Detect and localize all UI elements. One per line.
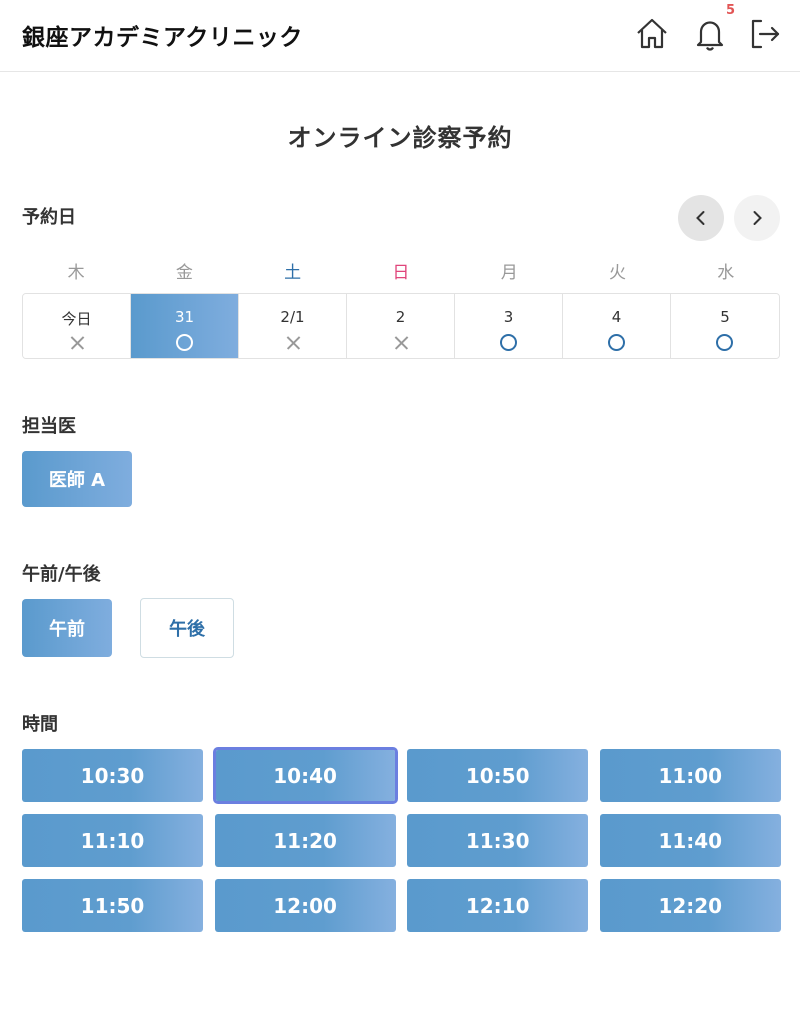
- weekday-label: 月: [500, 263, 518, 283]
- time-slot-button[interactable]: 11:10: [22, 814, 203, 867]
- available-icon: [716, 334, 733, 351]
- bell-icon: [696, 21, 724, 51]
- day-label: 4: [611, 308, 622, 326]
- day-label: 2: [395, 308, 406, 326]
- logout-icon: [751, 19, 780, 49]
- unavailable-icon: [392, 334, 410, 352]
- next-week-button[interactable]: [734, 195, 780, 241]
- time-slot-grid: 10:30 10:40 10:50 11:00 11:10 11:20 11:3…: [22, 747, 781, 932]
- day-label: 3: [503, 308, 514, 326]
- day-cell[interactable]: 2/1: [239, 294, 347, 358]
- day-cell[interactable]: 2: [347, 294, 455, 358]
- weekday-label: 火: [608, 263, 626, 283]
- time-slot-button[interactable]: 11:00: [599, 749, 781, 802]
- home-button[interactable]: [632, 14, 672, 54]
- time-slot-button[interactable]: 10:30: [22, 749, 203, 802]
- day-selector: 今日 31 2/1 2 3 4 5: [22, 293, 780, 359]
- logout-button[interactable]: [745, 14, 785, 54]
- time-slot-button[interactable]: 11:40: [599, 814, 781, 867]
- weekday-label-sunday: 日: [392, 263, 410, 283]
- chevron-left-icon: [696, 211, 705, 225]
- doctor-section-label: 担当医: [22, 416, 76, 437]
- time-slot-button-selected[interactable]: 10:40: [212, 747, 398, 804]
- weekday-header: 木 金 土 日 月 火 水: [22, 258, 780, 284]
- page-title: オンライン診察予約: [287, 124, 513, 152]
- time-slot-button[interactable]: 11:20: [214, 814, 396, 867]
- app-header: 銀座アカデミアクリニック 5: [0, 0, 800, 72]
- day-cell-selected[interactable]: 31: [131, 294, 239, 358]
- day-cell[interactable]: 5: [671, 294, 779, 358]
- unavailable-icon: [68, 334, 86, 352]
- prev-week-button[interactable]: [678, 195, 724, 241]
- day-cell[interactable]: 4: [563, 294, 671, 358]
- weekday-label: 金: [175, 263, 193, 283]
- pm-button[interactable]: 午後: [140, 598, 234, 658]
- time-section-label: 時間: [22, 714, 58, 735]
- notification-button[interactable]: [690, 14, 730, 54]
- time-slot-button[interactable]: 10:50: [407, 749, 589, 802]
- doctor-a-button[interactable]: 医師 A: [22, 451, 132, 507]
- chevron-right-icon: [753, 211, 762, 225]
- available-icon: [499, 334, 517, 351]
- unavailable-icon: [284, 334, 302, 352]
- period-section-label: 午前/午後: [22, 564, 101, 585]
- day-label: 今日: [61, 310, 92, 328]
- weekday-label: 水: [717, 263, 735, 283]
- notification-badge: 5: [726, 3, 736, 18]
- am-button[interactable]: 午前: [22, 599, 112, 657]
- weekday-label: 木: [67, 263, 85, 283]
- available-icon: [175, 334, 193, 351]
- day-cell[interactable]: 今日: [23, 294, 131, 358]
- time-slot-button[interactable]: 11:50: [22, 879, 203, 932]
- time-slot-button[interactable]: 12:20: [599, 879, 781, 932]
- time-slot-button[interactable]: 12:10: [407, 879, 589, 932]
- day-label: 2/1: [280, 308, 305, 326]
- available-icon: [607, 334, 625, 351]
- brand-title: 銀座アカデミアクリニック: [22, 24, 303, 51]
- day-label: 31: [174, 308, 195, 326]
- day-label: 5: [720, 308, 730, 326]
- weekday-label-saturday: 土: [284, 263, 302, 283]
- time-slot-button[interactable]: 12:00: [214, 879, 396, 932]
- day-cell[interactable]: 3: [455, 294, 563, 358]
- date-section-label: 予約日: [22, 207, 76, 228]
- home-icon: [637, 18, 667, 49]
- time-slot-button[interactable]: 11:30: [407, 814, 589, 867]
